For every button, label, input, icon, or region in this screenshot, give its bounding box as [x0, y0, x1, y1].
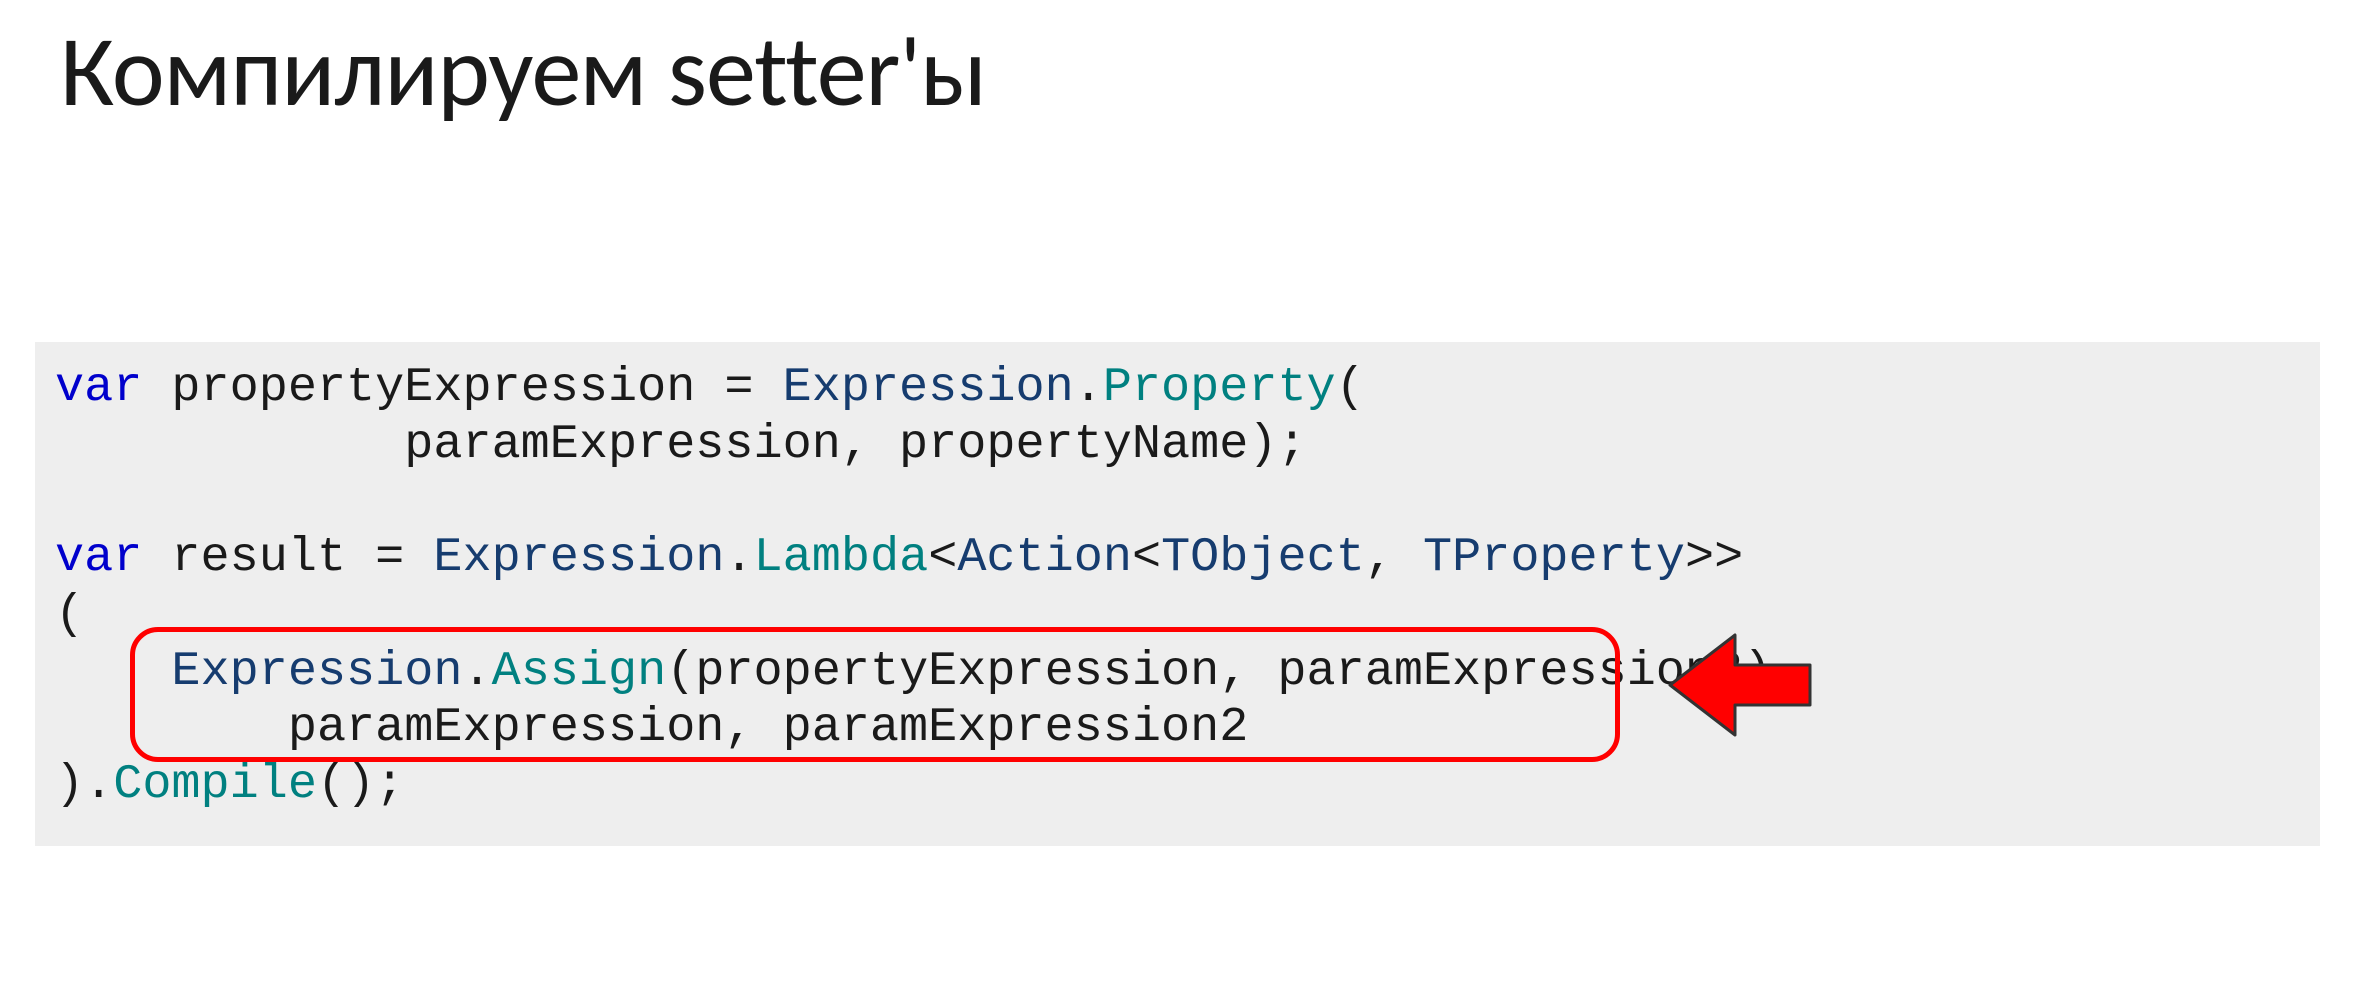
type-action: Action — [957, 530, 1132, 585]
code-text: (propertyExpression, paramExpression2), — [666, 644, 1801, 699]
code-line-6: Expression.Assign(propertyExpression, pa… — [55, 644, 1801, 699]
type-expression: Expression — [433, 530, 724, 585]
code-text: . — [1074, 360, 1103, 415]
code-line-1: var propertyExpression = Expression.Prop… — [55, 360, 1365, 415]
code-text: propertyExpression = — [142, 360, 782, 415]
method-lambda: Lambda — [754, 530, 929, 585]
method-property: Property — [1103, 360, 1336, 415]
code-text — [55, 644, 171, 699]
code-text: result = — [142, 530, 433, 585]
code-line-8: ).Compile(); — [55, 757, 404, 812]
code-text: < — [928, 530, 957, 585]
code-text: >> — [1685, 530, 1743, 585]
code-line-2: paramExpression, propertyName); — [55, 417, 1307, 472]
keyword-var: var — [55, 530, 142, 585]
method-compile: Compile — [113, 757, 317, 812]
type-expression: Expression — [171, 644, 462, 699]
type-tproperty: TProperty — [1423, 530, 1685, 585]
code-text: ). — [55, 757, 113, 812]
code-line-5: ( — [55, 587, 84, 642]
code-block: var propertyExpression = Expression.Prop… — [35, 342, 2320, 846]
code-content: var propertyExpression = Expression.Prop… — [55, 360, 2300, 814]
type-expression: Expression — [783, 360, 1074, 415]
code-text: , — [1365, 530, 1423, 585]
keyword-var: var — [55, 360, 142, 415]
code-line-7: paramExpression, paramExpression2 — [55, 700, 1248, 755]
slide: Компилируем setter'ы var propertyExpress… — [0, 0, 2355, 984]
type-tobject: TObject — [1161, 530, 1365, 585]
code-text: ( — [1336, 360, 1365, 415]
code-text: (); — [317, 757, 404, 812]
code-text: . — [462, 644, 491, 699]
slide-title: Компилируем setter'ы — [60, 10, 986, 132]
code-text: < — [1132, 530, 1161, 585]
code-line-4: var result = Expression.Lambda<Action<TO… — [55, 530, 1743, 585]
code-text: . — [724, 530, 753, 585]
method-assign: Assign — [492, 644, 667, 699]
